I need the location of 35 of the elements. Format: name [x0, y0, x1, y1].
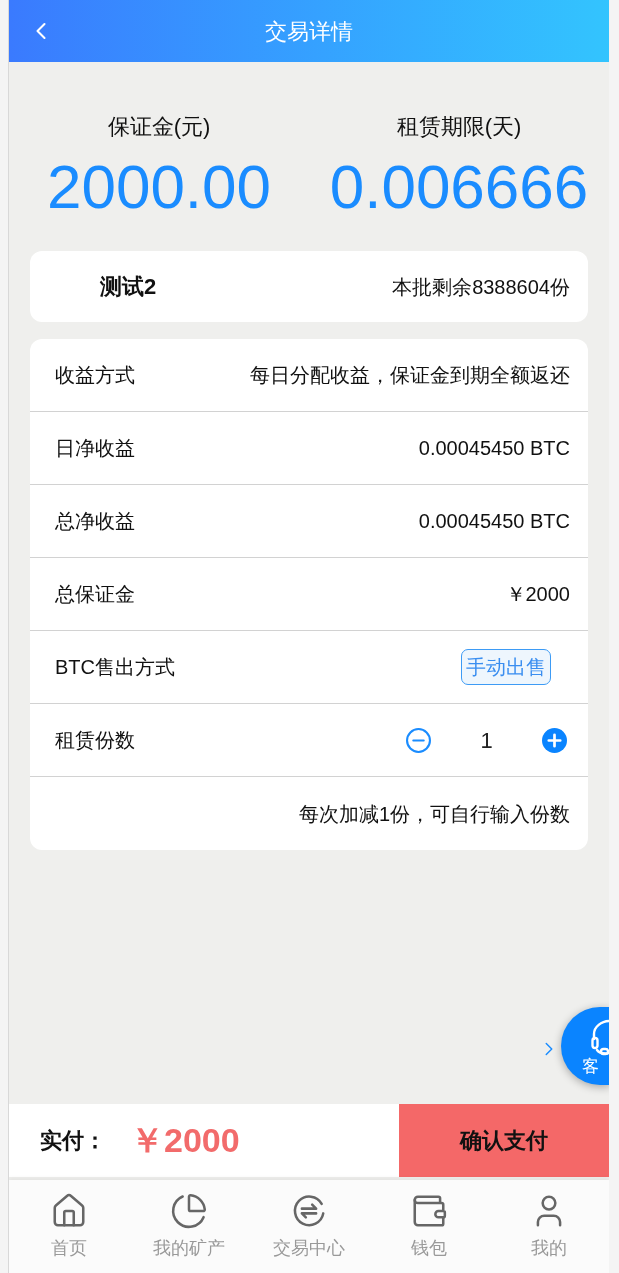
payment-amount: ￥2000	[130, 1120, 240, 1161]
customer-service-button[interactable]: 客	[561, 1007, 609, 1085]
remaining-shares: 本批剩余8388604份	[392, 274, 570, 300]
row-label: BTC售出方式	[55, 655, 175, 680]
wallet-icon	[410, 1192, 448, 1230]
pie-chart-icon	[170, 1192, 208, 1230]
row-value: ￥2000	[505, 582, 570, 607]
nav-tab[interactable]: 我的	[489, 1180, 609, 1273]
home-icon	[50, 1192, 88, 1230]
confirm-payment-button[interactable]: 确认支付	[399, 1104, 609, 1177]
row-label: 总净收益	[55, 509, 135, 534]
quantity-field[interactable]: 1	[431, 723, 542, 757]
quantity-hint: 每次加减1份，可自行输入份数	[298, 801, 570, 827]
nav-tab[interactable]: 我的矿产	[129, 1180, 249, 1273]
row-label: 收益方式	[55, 363, 135, 388]
row-label: 租赁份数	[55, 728, 135, 753]
summary-value: 0.006666	[329, 152, 589, 222]
nav-tab[interactable]: 交易中心	[249, 1180, 369, 1273]
summary-label: 租赁期限(天)	[396, 113, 522, 141]
row-value: 0.00045450 BTC	[418, 436, 570, 461]
row-label: 总保证金	[55, 582, 135, 607]
product-name: 测试2	[100, 273, 157, 301]
page-title: 交易详情	[265, 17, 353, 46]
nav-tab[interactable]: 首页	[9, 1180, 129, 1273]
plus-icon[interactable]	[542, 727, 567, 753]
summary-label: 保证金(元)	[107, 113, 211, 141]
headset-icon	[590, 1019, 609, 1057]
row-value: 0.00045450 BTC	[418, 509, 570, 534]
row-value: 每日分配收益，保证金到期全额返还	[250, 363, 570, 388]
sell-mode-button[interactable]: 手动出售	[461, 649, 551, 685]
payment-label: 实付：	[40, 1127, 106, 1155]
row-label: 日净收益	[55, 436, 135, 461]
nav-tab[interactable]: 钱包	[369, 1180, 489, 1273]
summary-value: 2000.00	[46, 152, 272, 222]
minus-icon[interactable]	[406, 727, 431, 753]
